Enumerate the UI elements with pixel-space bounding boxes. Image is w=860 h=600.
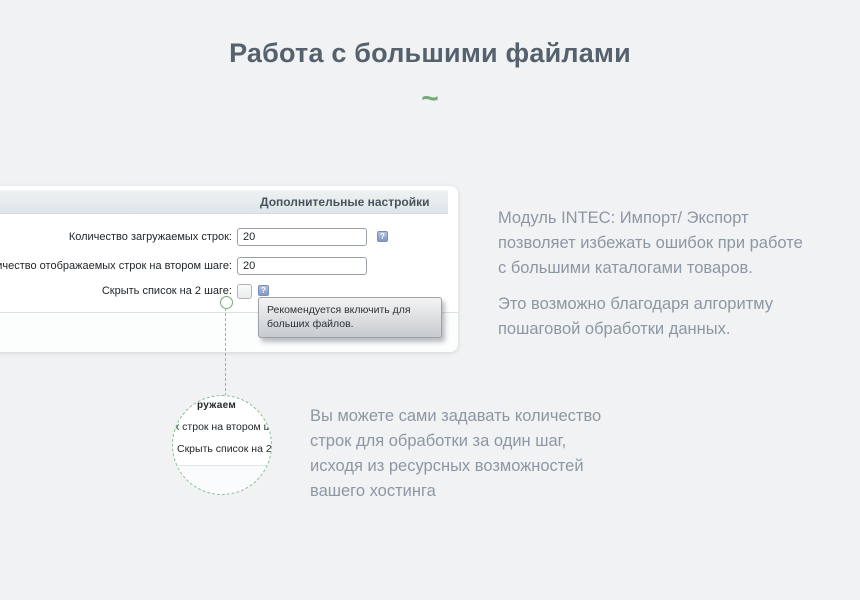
help-icon[interactable]: ? xyxy=(258,285,269,296)
page-title: Работа с большими файлами xyxy=(0,38,860,69)
page: Работа с большими файлами ~ Дополнительн… xyxy=(0,0,860,600)
field-label-loaded-rows: Количество загружаемых строк: xyxy=(0,228,232,246)
callout-dashed-line xyxy=(225,308,226,396)
tooltip: Рекомендуется включить для больших файло… xyxy=(258,297,442,338)
loaded-rows-input[interactable] xyxy=(237,228,367,246)
zoom-magnifier-circle: ружаем х строк на втором ша Скрыть списо… xyxy=(172,395,272,495)
description-paragraph: Модуль INTEC: Импорт/ Экспорт позволяет … xyxy=(498,206,810,281)
help-icon[interactable]: ? xyxy=(377,231,388,242)
form-header-title: Дополнительные настройки xyxy=(260,191,430,213)
field-label-displayed-rows: Количество отображаемых строк на втором … xyxy=(0,257,232,275)
description-paragraph: Вы можете сами задавать количество строк… xyxy=(310,404,610,504)
magnified-text: х строк на втором ша xyxy=(174,421,272,433)
description-paragraph: Это возможно благодаря алгоритму пошагов… xyxy=(498,292,810,342)
hide-list-checkbox[interactable] xyxy=(237,284,252,299)
field-label-hide-list: Скрыть список на 2 шаге: xyxy=(0,282,232,300)
displayed-rows-input[interactable] xyxy=(237,257,367,275)
tilde-divider: ~ xyxy=(0,84,860,114)
magnified-text: ружаем xyxy=(197,400,236,411)
callout-anchor-dot xyxy=(220,296,233,309)
form-header-bar: Дополнительные настройки xyxy=(0,190,448,214)
magnified-footer xyxy=(173,466,272,495)
magnified-text: Скрыть список на 2 шаге xyxy=(177,443,272,455)
